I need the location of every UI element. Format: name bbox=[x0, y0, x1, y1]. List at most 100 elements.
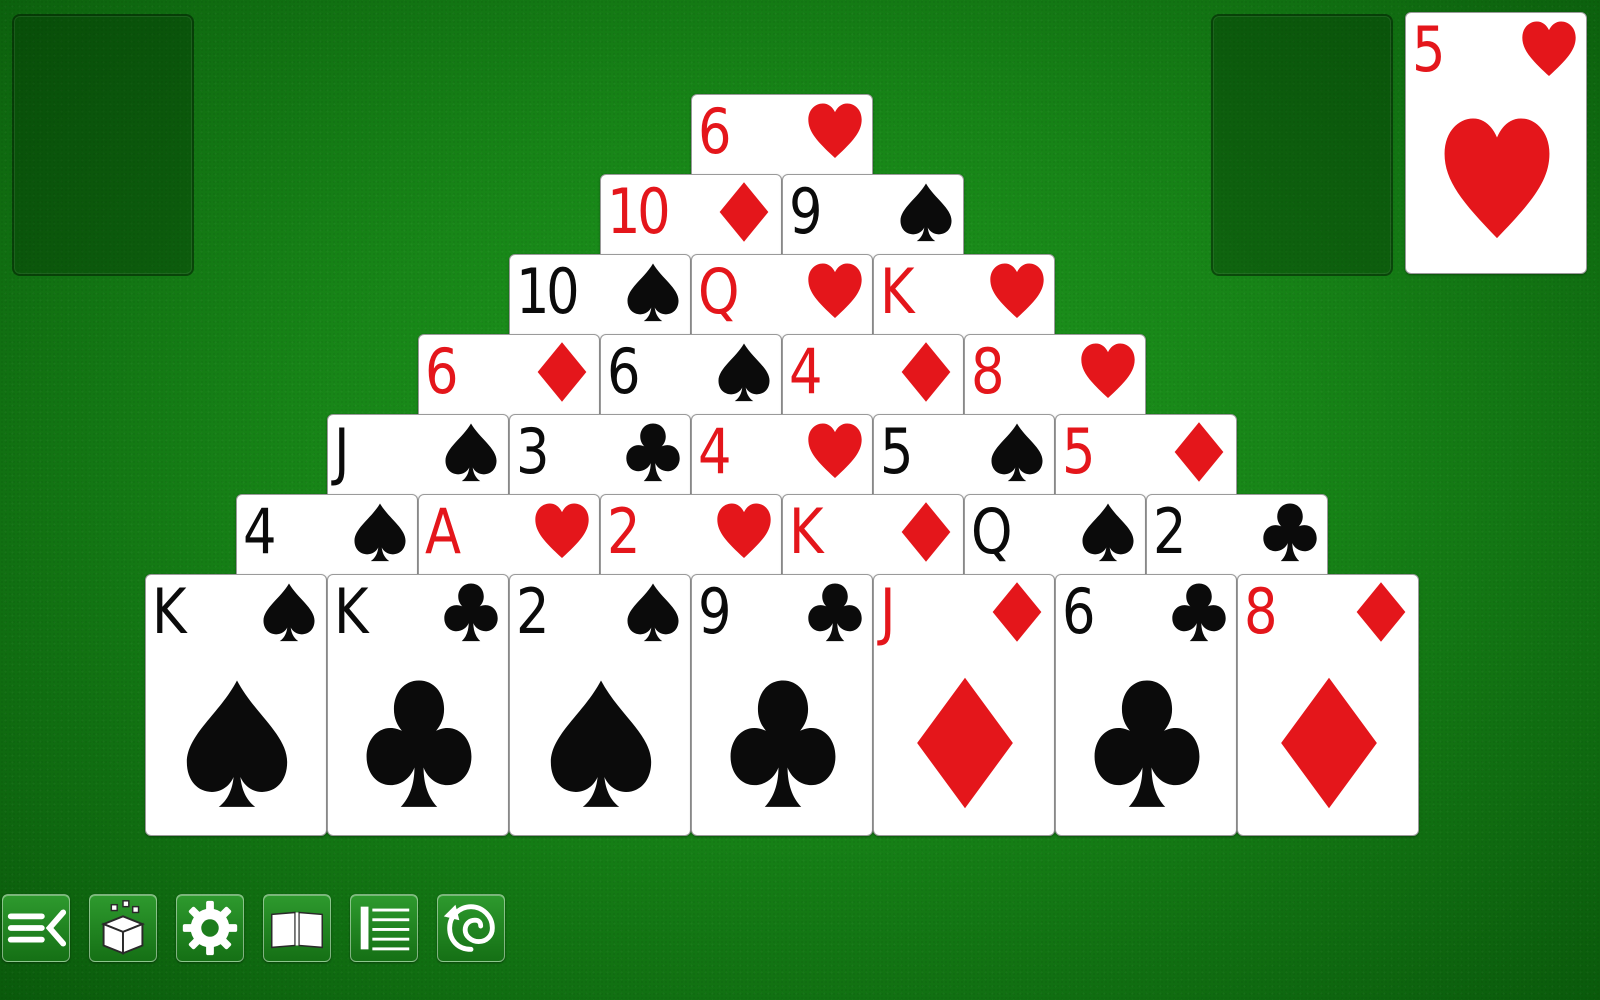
hearts-icon bbox=[535, 503, 589, 559]
menu-button[interactable] bbox=[2, 894, 70, 962]
spades-suit-icon bbox=[715, 341, 773, 403]
card-rank: K bbox=[152, 575, 187, 648]
diamonds-suit-icon bbox=[533, 341, 591, 403]
spades-suit-icon bbox=[897, 181, 955, 243]
pyramid-card[interactable]: J bbox=[873, 574, 1055, 836]
card-rank: 6 bbox=[607, 335, 641, 408]
clubs-center-pip-icon bbox=[726, 675, 840, 811]
spades-suit-icon bbox=[988, 421, 1046, 483]
clubs-icon bbox=[366, 680, 472, 807]
waste-pile-slot[interactable] bbox=[12, 14, 194, 276]
card-rank: 5 bbox=[1412, 13, 1446, 86]
diamonds-icon bbox=[901, 342, 951, 402]
spades-suit-icon bbox=[624, 581, 682, 643]
clubs-center-pip-icon bbox=[362, 675, 476, 811]
card-rank: 6 bbox=[1062, 575, 1096, 648]
drawn-card[interactable]: 5 bbox=[1405, 12, 1587, 274]
spades-icon bbox=[718, 343, 770, 402]
menu-collapse-icon bbox=[7, 909, 67, 947]
hearts-icon bbox=[808, 423, 862, 479]
card-rank: 10 bbox=[607, 175, 671, 248]
spades-icon bbox=[1082, 503, 1134, 562]
clubs-icon bbox=[444, 583, 498, 642]
card-rank: 8 bbox=[971, 335, 1005, 408]
book-icon bbox=[271, 911, 323, 949]
spades-icon bbox=[550, 680, 652, 807]
clubs-suit-icon bbox=[1170, 581, 1228, 643]
spades-suit-icon bbox=[260, 581, 318, 643]
hearts-suit-icon bbox=[715, 501, 773, 563]
pyramid-card[interactable]: 9 bbox=[691, 574, 873, 836]
statistics-button[interactable] bbox=[350, 894, 418, 962]
clubs-icon bbox=[1263, 503, 1317, 562]
clubs-icon bbox=[626, 423, 680, 482]
card-rank: 4 bbox=[243, 495, 277, 568]
clubs-suit-icon bbox=[442, 581, 500, 643]
card-rank: A bbox=[425, 495, 461, 568]
hearts-icon bbox=[990, 263, 1044, 319]
spades-icon bbox=[627, 583, 679, 642]
pyramid-card[interactable]: 2 bbox=[509, 574, 691, 836]
clubs-center-pip-icon bbox=[1090, 675, 1204, 811]
clubs-icon bbox=[808, 583, 862, 642]
diamonds-icon bbox=[719, 182, 769, 242]
settings-button[interactable] bbox=[176, 894, 244, 962]
spades-icon bbox=[263, 583, 315, 642]
gear-icon bbox=[182, 900, 238, 956]
hearts-suit-icon bbox=[806, 101, 864, 163]
new-game-button[interactable] bbox=[89, 894, 157, 962]
spades-icon bbox=[354, 503, 406, 562]
card-rank: J bbox=[334, 415, 350, 488]
card-rank: 6 bbox=[425, 335, 459, 408]
spades-center-pip-icon bbox=[544, 675, 658, 811]
card-rank: Q bbox=[698, 255, 739, 328]
pyramid-card[interactable]: K bbox=[145, 574, 327, 836]
card-rank: K bbox=[880, 255, 915, 328]
spades-suit-icon bbox=[442, 421, 500, 483]
card-rank: K bbox=[789, 495, 824, 568]
diamonds-center-pip-icon bbox=[908, 675, 1022, 811]
diamonds-suit-icon bbox=[897, 501, 955, 563]
hearts-suit-icon bbox=[533, 501, 591, 563]
stock-pile-slot[interactable] bbox=[1211, 14, 1393, 276]
spades-suit-icon bbox=[1079, 501, 1137, 563]
rules-button[interactable] bbox=[263, 894, 331, 962]
hearts-icon bbox=[717, 503, 771, 559]
diamonds-icon bbox=[992, 582, 1042, 642]
hearts-icon bbox=[1522, 21, 1576, 77]
diamonds-icon bbox=[1356, 582, 1406, 642]
card-rank: 4 bbox=[789, 335, 823, 408]
clubs-icon bbox=[730, 680, 836, 807]
pyramid-card[interactable]: 6 bbox=[1055, 574, 1237, 836]
diamonds-suit-icon bbox=[1170, 421, 1228, 483]
hearts-suit-icon bbox=[1079, 341, 1137, 403]
card-rank: 2 bbox=[1153, 495, 1187, 568]
undo-button[interactable] bbox=[437, 894, 505, 962]
clubs-suit-icon bbox=[624, 421, 682, 483]
hearts-icon bbox=[808, 263, 862, 319]
diamonds-suit-icon bbox=[988, 581, 1046, 643]
hearts-suit-icon bbox=[806, 421, 864, 483]
diamonds-icon bbox=[537, 342, 587, 402]
hearts-icon bbox=[1444, 118, 1550, 239]
clubs-suit-icon bbox=[806, 581, 864, 643]
pyramid-card[interactable]: K bbox=[327, 574, 509, 836]
hearts-suit-icon bbox=[1520, 19, 1578, 81]
hearts-suit-icon bbox=[988, 261, 1046, 323]
diamonds-icon bbox=[1281, 677, 1377, 809]
pyramid-card[interactable]: 8 bbox=[1237, 574, 1419, 836]
card-rank: 2 bbox=[607, 495, 641, 568]
card-rank: 2 bbox=[516, 575, 550, 648]
spades-center-pip-icon bbox=[180, 675, 294, 811]
diamonds-icon bbox=[1174, 422, 1224, 482]
spades-icon bbox=[627, 263, 679, 322]
diamonds-icon bbox=[917, 677, 1013, 809]
clubs-suit-icon bbox=[1261, 501, 1319, 563]
card-rank: 10 bbox=[516, 255, 580, 328]
spades-icon bbox=[991, 423, 1043, 482]
card-rank: 4 bbox=[698, 415, 732, 488]
card-rank: 9 bbox=[698, 575, 732, 648]
diamonds-icon bbox=[901, 502, 951, 562]
hearts-center-pip-icon bbox=[1440, 113, 1554, 249]
card-rank: 6 bbox=[698, 95, 732, 168]
